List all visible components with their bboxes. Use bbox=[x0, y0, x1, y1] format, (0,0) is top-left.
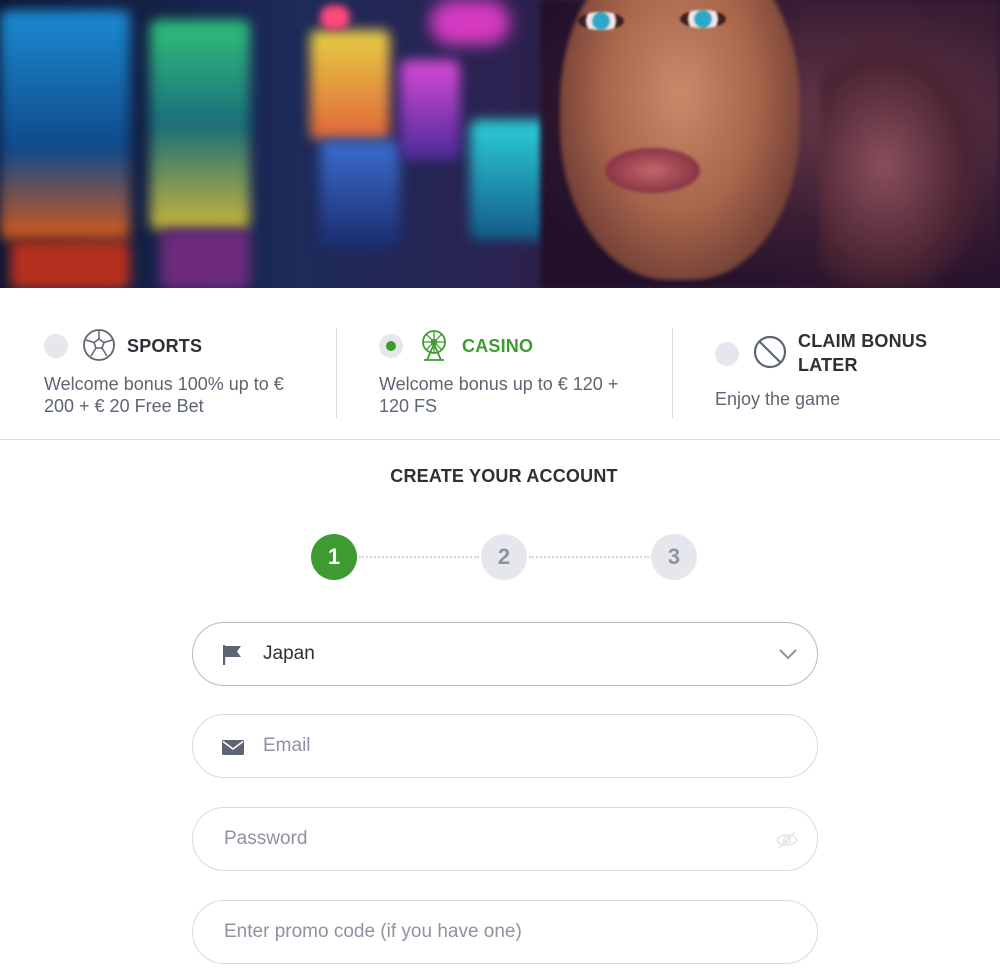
bonus-option-later[interactable]: CLAIM BONUS LATER Enjoy the game bbox=[715, 328, 975, 418]
promo-code-input[interactable] bbox=[224, 901, 794, 963]
step-2: 2 bbox=[481, 534, 527, 580]
divider bbox=[672, 328, 673, 418]
password-input[interactable] bbox=[224, 808, 764, 870]
registration-stepper: 1 2 3 bbox=[0, 534, 1000, 580]
model-hair-graphic bbox=[820, 40, 980, 288]
no-bonus-icon bbox=[753, 335, 787, 369]
radio-later[interactable] bbox=[715, 342, 739, 366]
slot-machine-graphic bbox=[10, 240, 130, 288]
country-value: Japan bbox=[263, 643, 315, 664]
radio-sports[interactable] bbox=[44, 334, 68, 358]
slot-machine-graphic bbox=[0, 10, 130, 240]
country-select[interactable]: Japan bbox=[192, 622, 818, 686]
step-1: 1 bbox=[311, 534, 357, 580]
bonus-title-casino: CASINO bbox=[462, 336, 534, 356]
bonus-description-sports: Welcome bonus 100% up to € 200 + € 20 Fr… bbox=[44, 374, 284, 416]
neon-sign-graphic bbox=[430, 0, 510, 45]
envelope-icon bbox=[222, 740, 244, 755]
radio-selected-dot bbox=[386, 341, 396, 351]
step-connector bbox=[529, 556, 649, 558]
password-field[interactable] bbox=[192, 807, 818, 871]
step-3: 3 bbox=[651, 534, 697, 580]
model-eye-graphic bbox=[578, 12, 624, 30]
hero-banner-image bbox=[0, 0, 1000, 288]
radio-casino[interactable] bbox=[379, 334, 403, 358]
slot-machine-graphic bbox=[150, 20, 250, 230]
slot-machine-graphic bbox=[310, 30, 390, 140]
soccer-ball-icon bbox=[83, 329, 115, 361]
email-input[interactable] bbox=[263, 715, 783, 777]
bonus-title-later: CLAIM BONUS LATER bbox=[798, 331, 928, 375]
bonus-option-sports[interactable]: SPORTS Welcome bonus 100% up to € 200 + … bbox=[44, 328, 324, 418]
email-field[interactable] bbox=[192, 714, 818, 778]
slot-machine-graphic bbox=[160, 230, 250, 288]
chevron-down-icon[interactable] bbox=[777, 646, 799, 662]
neon-sign-graphic bbox=[320, 5, 350, 30]
form-title: CREATE YOUR ACCOUNT bbox=[390, 466, 618, 486]
bonus-selector: SPORTS Welcome bonus 100% up to € 200 + … bbox=[0, 288, 1000, 440]
promo-code-field[interactable] bbox=[192, 900, 818, 964]
slot-machine-graphic bbox=[400, 60, 460, 160]
model-eye-graphic bbox=[680, 10, 726, 28]
model-face-graphic bbox=[560, 0, 800, 280]
slot-machine-graphic bbox=[320, 140, 400, 250]
bonus-title-sports: SPORTS bbox=[127, 336, 203, 356]
flag-icon bbox=[223, 645, 241, 665]
eye-hidden-icon[interactable] bbox=[775, 830, 799, 850]
step-connector bbox=[359, 556, 479, 558]
bonus-option-casino[interactable]: CASINO Welcome bonus up to € 120 + 120 F… bbox=[379, 328, 659, 418]
bonus-description-later: Enjoy the game bbox=[715, 389, 841, 409]
model-lips-graphic bbox=[605, 148, 700, 193]
divider bbox=[336, 328, 337, 418]
bonus-description-casino: Welcome bonus up to € 120 + 120 FS bbox=[379, 374, 619, 416]
ferris-wheel-icon bbox=[422, 330, 446, 361]
